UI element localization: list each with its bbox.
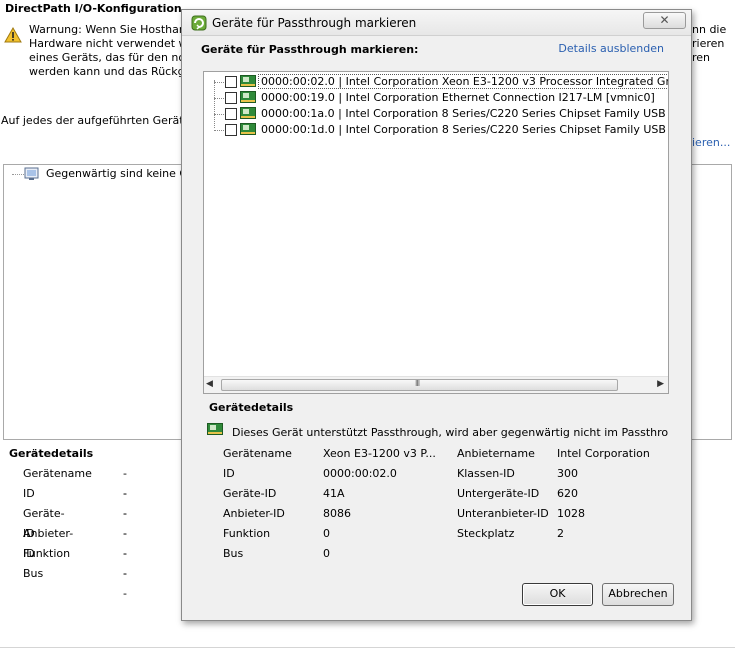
info-icon <box>24 167 40 184</box>
close-button[interactable]: ✕ <box>643 12 686 29</box>
detail-label: Anbieter-ID <box>223 507 285 520</box>
device-label: 0000:00:1d.0 | Intel Corporation 8 Serie… <box>261 123 669 136</box>
device-checkbox[interactable] <box>225 92 237 104</box>
detail-value: -- <box>123 567 127 600</box>
warning-text-right: nn die rieren ren <box>692 23 735 65</box>
pci-device-icon <box>240 123 256 139</box>
dialog-title: Geräte für Passthrough markieren <box>212 16 417 30</box>
tree-connector <box>214 82 224 83</box>
device-checkbox[interactable] <box>225 124 237 136</box>
detail-label: Geräte-ID <box>223 487 277 500</box>
device-label: 0000:00:02.0 | Intel Corporation Xeon E3… <box>258 74 668 89</box>
detail-value: 300 <box>557 467 578 480</box>
detail-value: Intel Corporation <box>557 447 650 460</box>
detail-value: 620 <box>557 487 578 500</box>
detail-value: 0000:00:02.0 <box>323 467 397 480</box>
detail-label: Anbietername <box>457 447 535 460</box>
device-row[interactable]: 0000:00:19.0 | Intel Corporation Etherne… <box>204 90 668 107</box>
divider <box>0 647 735 648</box>
detail-label: Unteranbieter-ID <box>457 507 549 520</box>
tree-connector <box>214 114 224 115</box>
warning-text: Warnung: Wenn Sie Hosthardwa Hardware ni… <box>29 23 189 79</box>
pci-device-icon <box>207 423 223 439</box>
detail-label: Funktion <box>23 547 71 560</box>
tree-connector <box>214 98 224 99</box>
device-row[interactable]: 0000:00:1d.0 | Intel Corporation 8 Serie… <box>204 122 669 139</box>
passthrough-dialog: Geräte für Passthrough markieren ✕ Gerät… <box>181 9 692 621</box>
warning-line: werden kann und das Rückgäng <box>29 65 189 78</box>
detail-label: Steckplatz <box>457 527 515 540</box>
detail-label: Bus <box>223 547 244 560</box>
dialog-titlebar[interactable]: Geräte für Passthrough markieren ✕ <box>182 10 691 36</box>
detail-value: 8086 <box>323 507 351 520</box>
pci-device-icon <box>240 107 256 123</box>
close-icon: ✕ <box>659 13 670 27</box>
warning-line: eines Geräts, das für den norma <box>29 51 189 64</box>
empty-list-message: Gegenwärtig sind keine Ger <box>46 167 200 180</box>
detail-value: Xeon E3-1200 v3 P... <box>323 447 436 460</box>
detail-label: Gerätename <box>223 447 292 460</box>
device-tree[interactable]: 0000:00:02.0 | Intel Corporation Xeon E3… <box>203 71 669 394</box>
dialog-header: Geräte für Passthrough markieren: <box>201 43 419 56</box>
device-row[interactable]: 0000:00:1a.0 | Intel Corporation 8 Serie… <box>204 106 669 123</box>
device-status-message: Dieses Gerät unterstützt Passthrough, wi… <box>232 426 669 439</box>
app-icon <box>191 15 207 34</box>
scrollbar-thumb[interactable]: III <box>221 379 618 391</box>
detail-label: Untergeräte-ID <box>457 487 540 500</box>
warning-line: nn die <box>692 23 727 36</box>
detail-value: 0 <box>323 527 330 540</box>
detail-value: 2 <box>557 527 564 540</box>
warning-icon <box>4 26 22 46</box>
horizontal-scrollbar[interactable]: ◀ III ▶ <box>204 376 668 393</box>
background-title: DirectPath I/O-Konfiguration <box>5 2 182 15</box>
pci-device-icon <box>240 91 256 107</box>
ok-button[interactable]: OK <box>522 583 593 606</box>
detail-label: Klassen-ID <box>457 467 515 480</box>
warning-line: rieren <box>692 37 725 50</box>
detail-label: ID <box>223 467 235 480</box>
edit-link[interactable]: ieren... <box>692 136 735 149</box>
detail-value: 1028 <box>557 507 585 520</box>
hide-details-link[interactable]: Details ausblenden <box>558 42 664 55</box>
scroll-left-icon[interactable]: ◀ <box>206 379 213 389</box>
warning-line: ren <box>692 51 711 64</box>
warning-line: Warnung: Wenn Sie Hosthardwa <box>29 23 189 36</box>
device-details-title: Gerätedetails <box>209 401 294 414</box>
detail-label: Gerätename <box>23 467 92 480</box>
device-checkbox[interactable] <box>225 76 237 88</box>
tree-connector <box>12 174 24 175</box>
detail-label: Bus <box>23 567 44 580</box>
scroll-right-icon[interactable]: ▶ <box>657 379 664 389</box>
tree-connector <box>214 130 224 131</box>
detail-label: ID <box>23 487 35 500</box>
device-row[interactable]: 0000:00:02.0 | Intel Corporation Xeon E3… <box>204 74 668 91</box>
device-label: 0000:00:19.0 | Intel Corporation Etherne… <box>261 91 655 104</box>
device-label: 0000:00:1a.0 | Intel Corporation 8 Serie… <box>261 107 669 120</box>
pci-device-icon <box>240 75 256 91</box>
cancel-button[interactable]: Abbrechen <box>602 583 674 606</box>
detail-label: Funktion <box>223 527 271 540</box>
warning-line: Hardware nicht verwendet werd <box>29 37 189 50</box>
device-details-title: Gerätedetails <box>9 447 94 460</box>
scrollbar-grip: III <box>415 379 420 388</box>
device-checkbox[interactable] <box>225 108 237 120</box>
instruction-text: Auf jedes der aufgeführten Geräte ka <box>1 114 185 127</box>
detail-value: 0 <box>323 547 330 560</box>
detail-value: 41A <box>323 487 345 500</box>
